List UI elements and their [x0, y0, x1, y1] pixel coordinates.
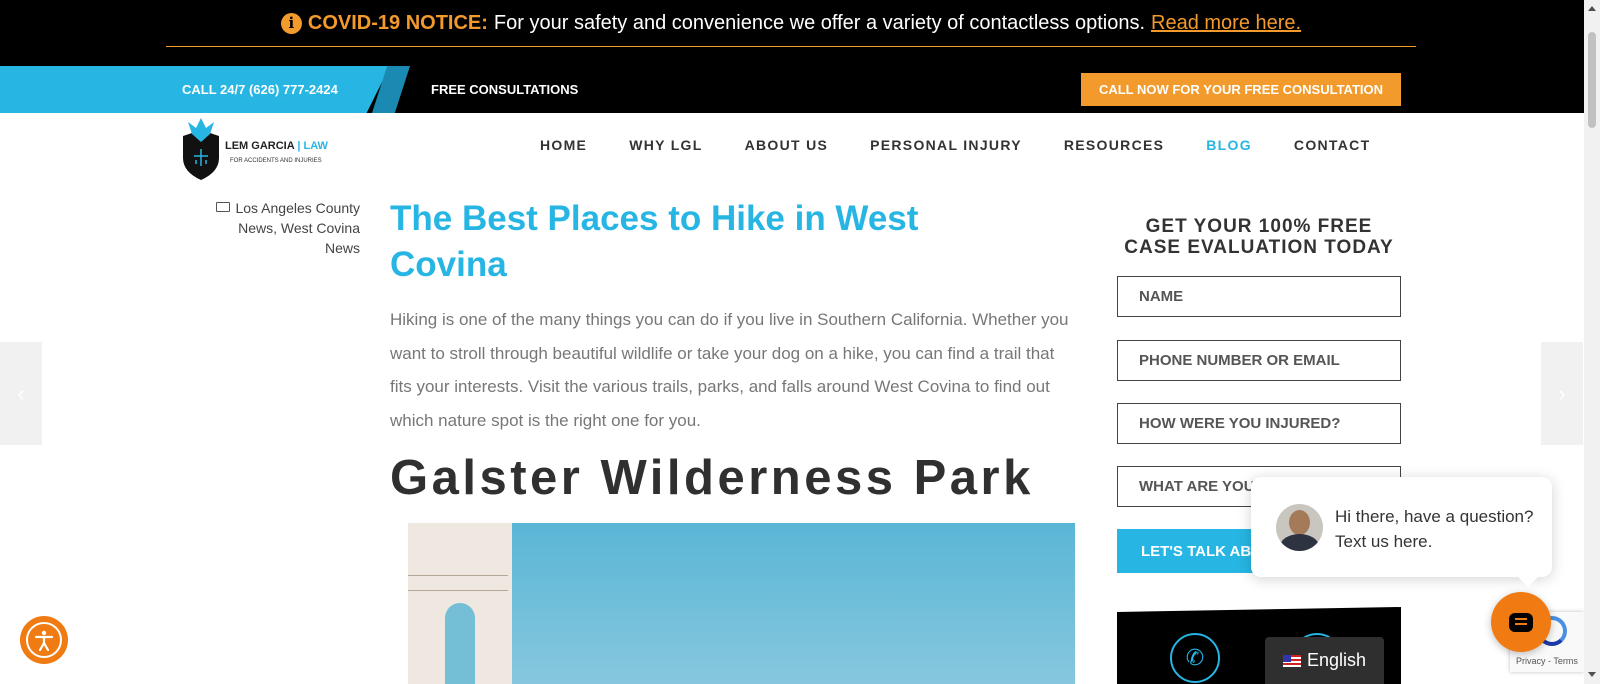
next-post-arrow[interactable]: ›	[1541, 342, 1583, 445]
tower-arch	[445, 603, 475, 684]
logo-name: LEM GARCIA	[225, 140, 295, 152]
shield-eagle-icon	[183, 118, 219, 180]
injury-field[interactable]: HOW WERE YOU INJURED?	[1117, 403, 1401, 444]
accessibility-icon	[26, 622, 62, 658]
free-consultations-text: FREE CONSULTATIONS	[431, 82, 579, 97]
name-field[interactable]: NAME	[1117, 276, 1401, 317]
accessibility-figure	[34, 630, 54, 651]
post-title: The Best Places to Hike in West Covina	[390, 199, 919, 284]
chat-icon	[1509, 612, 1533, 632]
nav-item-home[interactable]: HOME	[540, 137, 587, 153]
avatar-face	[1289, 510, 1310, 535]
main-nav: HOME WHY LGL ABOUT US PERSONAL INJURY RESOUR…	[540, 137, 1412, 153]
page: i COVID-19 NOTICE: For your safety and c…	[0, 0, 1600, 684]
chat-launcher-button[interactable]	[1491, 592, 1551, 652]
info-icon: i	[280, 12, 302, 34]
chat-popup[interactable]: Hi there, have a question? Text us here.	[1251, 477, 1552, 587]
park-photo	[408, 523, 1075, 684]
nav-item-about-us[interactable]: ABOUT US	[745, 137, 829, 153]
nav-item-personal-injury[interactable]: PERSONAL INJURY	[870, 137, 1022, 153]
covid-label: COVID-19 NOTICE:	[307, 11, 488, 34]
site-header: LEM GARCIA | LAW FOR ACCIDENTS AND INJUR…	[0, 113, 1584, 188]
read-more-link[interactable]: Read more here.	[1151, 12, 1301, 35]
covid-notice: i COVID-19 NOTICE: For your safety and c…	[166, 0, 1416, 47]
tower-band	[408, 575, 508, 591]
nav-item-resources[interactable]: RESOURCES	[1064, 137, 1164, 153]
call-phone-link[interactable]: CALL 24/7 (626) 777-2424	[182, 66, 338, 113]
scroll-up-icon[interactable]	[1588, 6, 1596, 11]
us-flag-icon	[1283, 654, 1301, 667]
form-heading: GET YOUR 100% FREE CASE EVALUATION TODAY	[1124, 216, 1394, 258]
logo-tagline: FOR ACCIDENTS AND INJURIES	[230, 158, 322, 164]
logo-text: LEM GARCIA | LAW	[225, 140, 328, 152]
phone-icon: ✆	[1170, 633, 1220, 683]
nav-item-why-lgl[interactable]: WHY LGL	[629, 137, 702, 153]
logo-law: LAW	[303, 140, 328, 152]
avatar-body	[1280, 534, 1319, 551]
recaptcha-terms[interactable]: Privacy - Terms	[1516, 656, 1578, 666]
chevron-left-icon: ‹	[17, 380, 25, 406]
logo[interactable]: LEM GARCIA | LAW FOR ACCIDENTS AND INJUR…	[180, 116, 350, 182]
covid-banner: i COVID-19 NOTICE: For your safety and c…	[0, 0, 1584, 66]
scroll-down-icon[interactable]	[1588, 672, 1596, 677]
chat-message: Hi there, have a question? Text us here.	[1335, 507, 1534, 551]
chevron-right-icon: ›	[1558, 380, 1566, 406]
covid-message: For your safety and convenience we offer…	[493, 11, 1146, 34]
language-label: English	[1307, 650, 1367, 670]
call-now-button[interactable]: CALL NOW FOR YOUR FREE CONSULTATION	[1081, 73, 1401, 106]
language-switcher[interactable]: English	[1265, 637, 1384, 684]
avatar	[1276, 504, 1323, 551]
scrollbar[interactable]	[1584, 0, 1600, 684]
nav-item-blog[interactable]: BLOG	[1206, 137, 1252, 153]
post-categories: Los Angeles County News, West Covina New…	[210, 198, 360, 258]
section-heading: Galster Wilderness Park	[390, 451, 1034, 505]
top-bar: CALL 24/7 (626) 777-2424 FREE CONSULTATI…	[0, 66, 1584, 113]
tower-image	[408, 523, 512, 684]
nav-item-contact[interactable]: CONTACT	[1294, 137, 1371, 153]
prev-post-arrow[interactable]: ‹	[0, 342, 42, 445]
accessibility-button[interactable]	[20, 616, 68, 664]
scroll-thumb[interactable]	[1588, 32, 1596, 128]
categories-link[interactable]: Los Angeles County News, West Covina New…	[235, 200, 360, 256]
folder-icon	[216, 202, 231, 212]
post-intro: Hiking is one of the many things you can…	[390, 310, 1069, 430]
contact-field[interactable]: PHONE NUMBER OR EMAIL	[1117, 340, 1401, 381]
chat-tail	[1518, 567, 1538, 587]
